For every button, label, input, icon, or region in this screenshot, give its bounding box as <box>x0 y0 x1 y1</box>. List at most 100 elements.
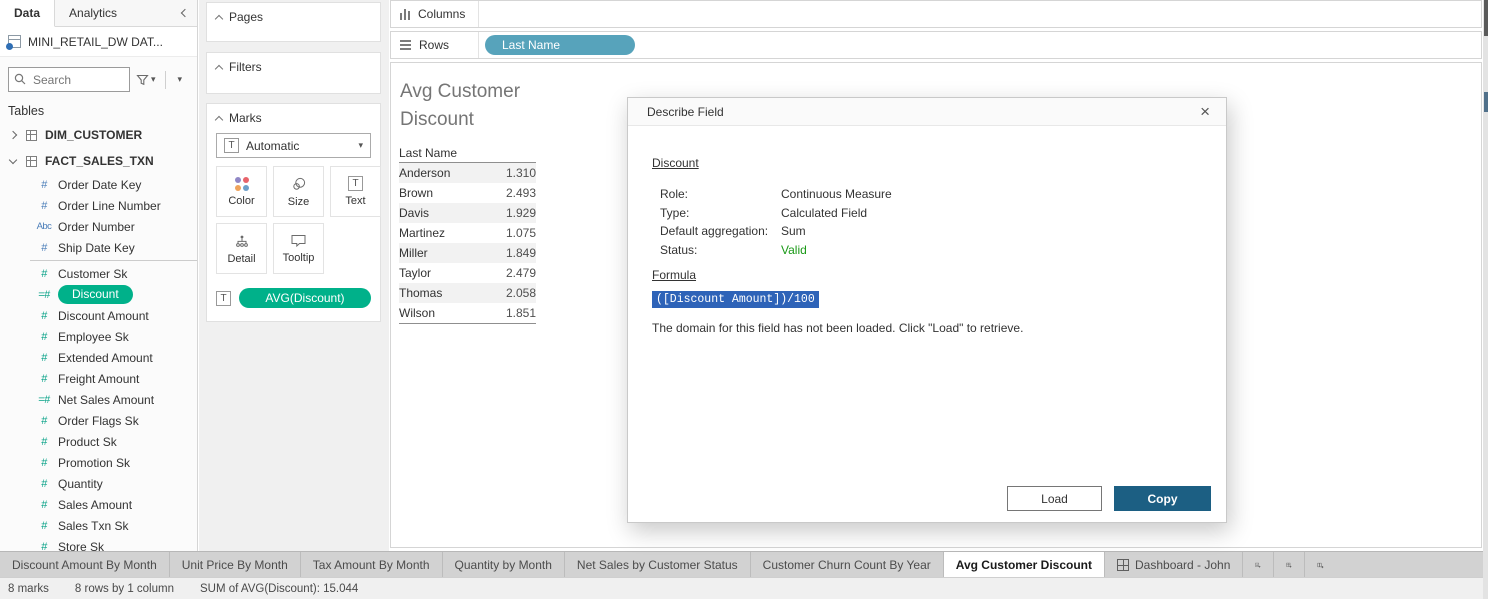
dialog-titlebar[interactable]: Describe Field × <box>628 98 1226 126</box>
size-button[interactable]: Size <box>273 166 324 217</box>
sheet-tab[interactable]: Customer Churn Count By Year <box>751 552 944 577</box>
table-row[interactable]: Taylor2.479 <box>399 263 536 283</box>
field-item[interactable]: #Sales Amount <box>0 494 197 515</box>
field-item[interactable]: #Customer Sk <box>0 263 197 284</box>
table-name: FACT_SALES_TXN <box>45 154 154 168</box>
marks-card-header[interactable]: Marks <box>207 104 380 129</box>
field-name: Order Flags Sk <box>58 414 139 428</box>
table-body: Anderson1.310 Brown2.493 Davis1.929 Mart… <box>399 163 536 324</box>
field-item[interactable]: #Promotion Sk <box>0 452 197 473</box>
row-label: Martinez <box>399 223 445 243</box>
field-item[interactable]: #Order Date Key <box>0 174 197 195</box>
property-label: Default aggregation: <box>660 224 781 238</box>
field-name: Discount <box>58 285 133 304</box>
table-row[interactable]: Davis1.929 <box>399 203 536 223</box>
text-mark-icon[interactable]: T <box>216 291 231 306</box>
expander-expanded-icon[interactable] <box>8 159 18 163</box>
filters-card-header[interactable]: Filters <box>207 53 380 78</box>
field-item[interactable]: #Ship Date Key <box>0 237 197 258</box>
tab-data[interactable]: Data <box>0 0 55 27</box>
field-item[interactable]: #Product Sk <box>0 431 197 452</box>
sheet-tab-active[interactable]: Avg Customer Discount <box>944 552 1105 577</box>
detail-button[interactable]: Detail <box>216 223 267 274</box>
table-item-dim-customer[interactable]: DIM_CUSTOMER <box>0 122 197 148</box>
number-icon: # <box>30 268 58 280</box>
column-header[interactable]: Last Name <box>399 143 536 163</box>
search-input[interactable] <box>33 69 127 90</box>
dashboard-tab[interactable]: Dashboard - John <box>1105 552 1243 577</box>
formula-text[interactable]: ([Discount Amount])/100 <box>652 291 819 308</box>
new-story-button[interactable] <box>1305 552 1336 577</box>
field-item[interactable]: #Freight Amount <box>0 368 197 389</box>
new-dashboard-icon <box>1286 557 1292 573</box>
close-icon[interactable]: × <box>1200 103 1210 120</box>
filter-fields-button[interactable]: ▾ <box>134 72 158 88</box>
number-icon: # <box>30 436 58 448</box>
table-row[interactable]: Thomas2.058 <box>399 283 536 303</box>
sheet-tab[interactable]: Quantity by Month <box>443 552 565 577</box>
copy-button[interactable]: Copy <box>1114 486 1211 511</box>
dashboard-icon <box>1117 559 1129 571</box>
table-row[interactable]: Anderson1.310 <box>399 163 536 183</box>
row-label: Thomas <box>399 283 442 303</box>
rows-shelf[interactable]: Rows Last Name <box>390 31 1482 59</box>
caret-down-icon: ▾ <box>358 141 363 150</box>
sheet-tab[interactable]: Tax Amount By Month <box>301 552 443 577</box>
tooltip-button[interactable]: Tooltip <box>273 223 324 274</box>
sheet-tab-bar: Discount Amount By Month Unit Price By M… <box>0 551 1488 577</box>
tab-analytics[interactable]: Analytics <box>55 0 131 26</box>
field-item-discount-selected[interactable]: =#Discount <box>0 284 197 305</box>
field-item[interactable]: #Order Line Number <box>0 195 197 216</box>
datasource-item[interactable]: MINI_RETAIL_DW DAT... <box>0 27 197 57</box>
field-item[interactable]: #Extended Amount <box>0 347 197 368</box>
columns-shelf[interactable]: Columns <box>390 0 1482 28</box>
property-value: Calculated Field <box>781 206 867 220</box>
text-button[interactable]: T Text <box>330 166 381 217</box>
field-item[interactable]: #Order Flags Sk <box>0 410 197 431</box>
new-dashboard-button[interactable] <box>1274 552 1305 577</box>
expander-collapsed-icon[interactable] <box>8 132 18 138</box>
field-item[interactable]: AbcOrder Number <box>0 216 197 237</box>
table-row[interactable]: Brown2.493 <box>399 183 536 203</box>
field-name: Product Sk <box>58 435 117 449</box>
field-item[interactable]: =#Net Sales Amount <box>0 389 197 410</box>
field-item[interactable]: #Discount Amount <box>0 305 197 326</box>
status-valid-value: Valid <box>781 243 807 257</box>
table-row[interactable]: Martinez1.075 <box>399 223 536 243</box>
field-name: Employee Sk <box>58 330 129 344</box>
collapse-pane-button[interactable] <box>173 0 197 26</box>
pane-menu-button[interactable]: ▾ <box>173 75 188 84</box>
color-button[interactable]: Color <box>216 166 267 217</box>
sheet-tab[interactable]: Net Sales by Customer Status <box>565 552 751 577</box>
sheet-title[interactable]: Avg Customer Discount <box>400 78 555 133</box>
field-name: Order Number <box>58 220 135 234</box>
row-label: Davis <box>399 203 429 223</box>
sheet-tab-label: Customer Churn Count By Year <box>763 558 931 572</box>
dimension-measure-divider <box>30 260 197 261</box>
sheet-tab[interactable]: Unit Price By Month <box>170 552 301 577</box>
chevron-left-icon <box>181 9 189 17</box>
dialog-field-name: Discount <box>652 156 699 170</box>
size-label: Size <box>288 196 309 208</box>
new-worksheet-button[interactable] <box>1243 552 1274 577</box>
field-name: Order Date Key <box>58 178 141 192</box>
formula-heading: Formula <box>652 268 696 282</box>
number-icon: # <box>30 478 58 490</box>
field-name: Discount Amount <box>58 309 149 323</box>
field-item[interactable]: #Employee Sk <box>0 326 197 347</box>
marks-card: Marks T Automatic ▾ Color Size T Text <box>206 103 381 322</box>
pages-card-header[interactable]: Pages <box>207 3 380 28</box>
table-row[interactable]: Wilson1.851 <box>399 303 536 323</box>
sheet-tab[interactable]: Discount Amount By Month <box>0 552 170 577</box>
property-value: Sum <box>781 224 806 238</box>
table-item-fact-sales-txn[interactable]: FACT_SALES_TXN <box>0 148 197 174</box>
color-icon <box>235 177 249 191</box>
last-name-pill[interactable]: Last Name <box>485 35 635 55</box>
avg-discount-pill[interactable]: AVG(Discount) <box>239 288 371 308</box>
field-item[interactable]: #Quantity <box>0 473 197 494</box>
filters-label: Filters <box>229 60 262 74</box>
load-button[interactable]: Load <box>1007 486 1102 511</box>
table-row[interactable]: Miller1.849 <box>399 243 536 263</box>
mark-type-dropdown[interactable]: T Automatic ▾ <box>216 133 371 158</box>
field-item[interactable]: #Sales Txn Sk <box>0 515 197 536</box>
